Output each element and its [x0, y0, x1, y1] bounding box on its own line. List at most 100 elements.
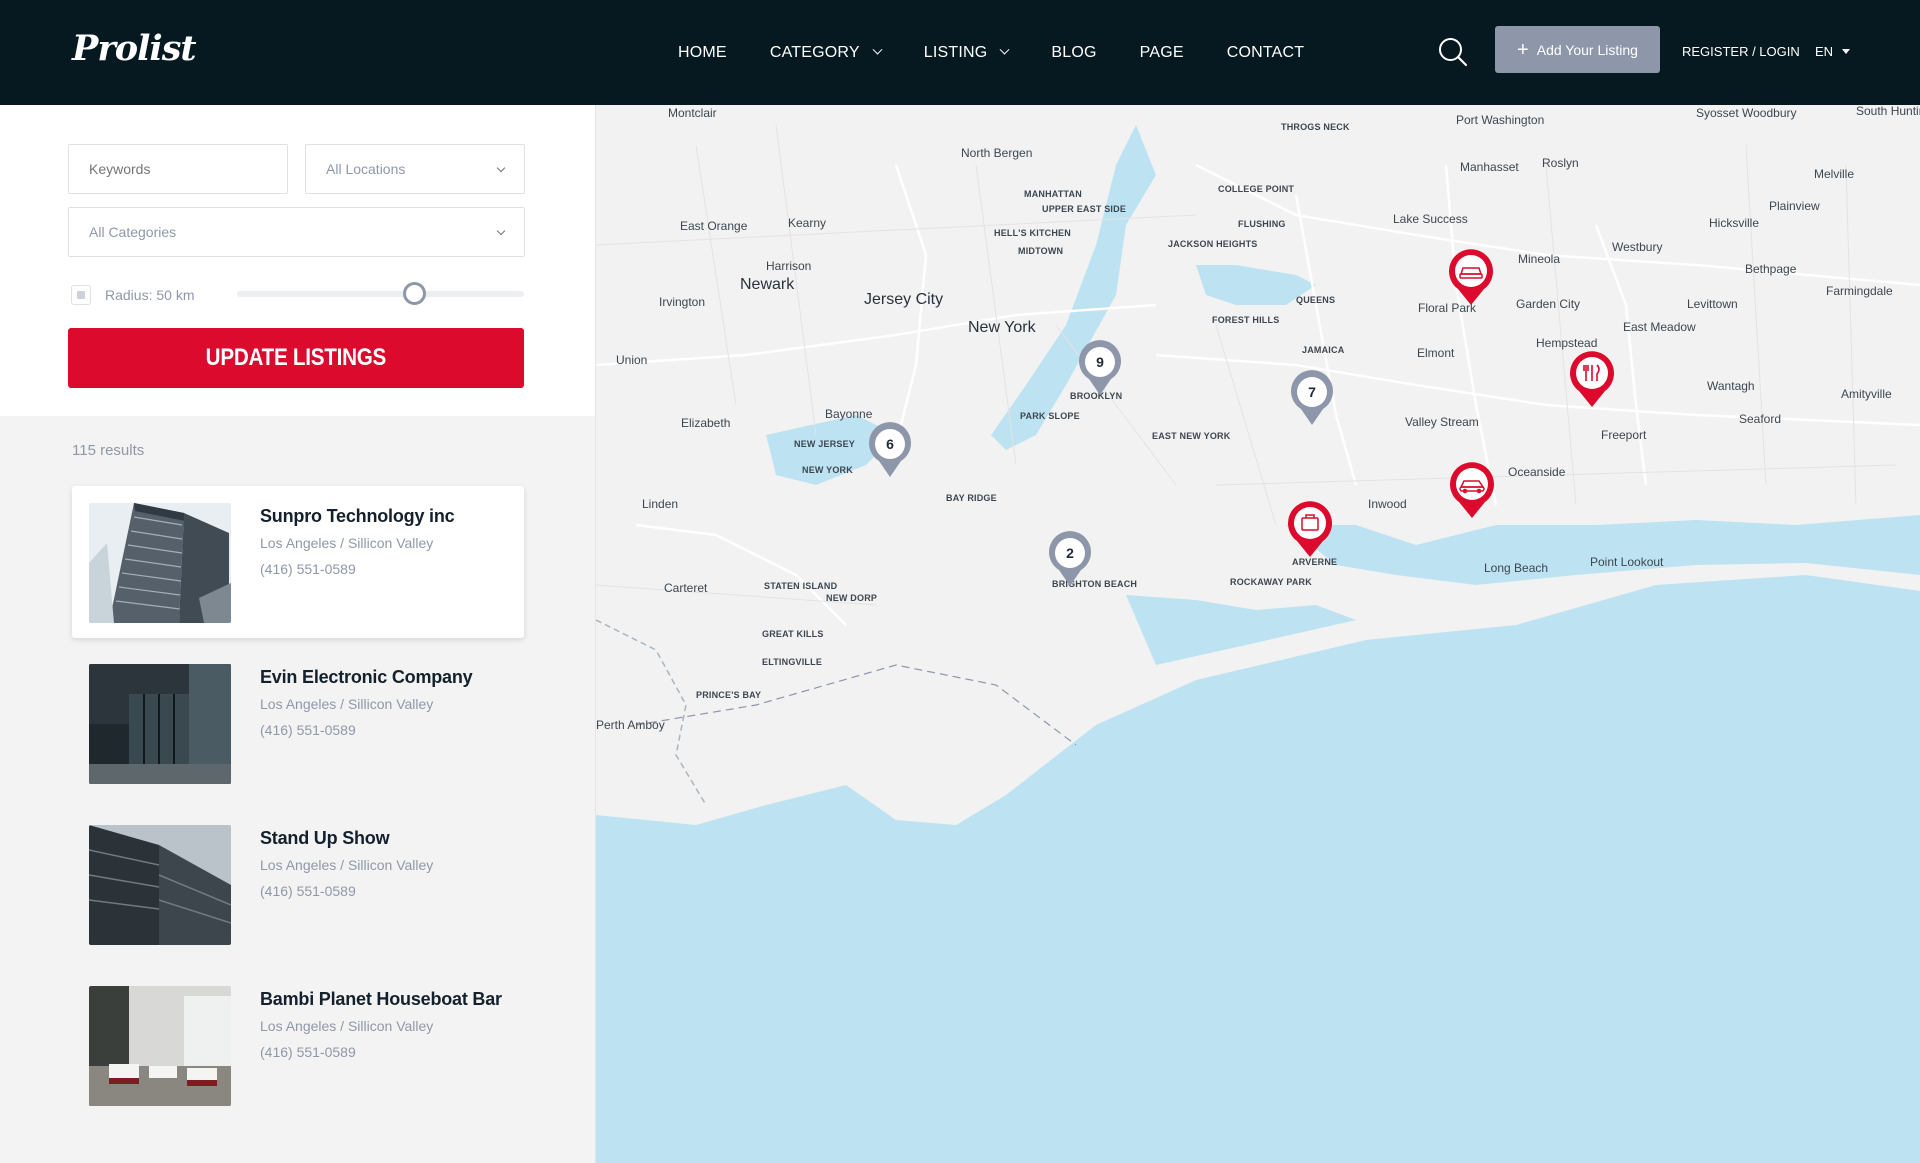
search-icon[interactable] — [1438, 37, 1468, 67]
listing-card[interactable]: Evin Electronic Company Los Angeles / Si… — [72, 647, 524, 799]
map-label: Syosset Woodbury — [1696, 106, 1797, 120]
map-label: Levittown — [1687, 297, 1738, 311]
map-label: Roslyn — [1542, 156, 1579, 170]
map-listing-pin[interactable] — [1447, 460, 1497, 520]
cluster-count: 7 — [1308, 384, 1316, 400]
add-listing-label: Add Your Listing — [1536, 41, 1638, 58]
map-label: PRINCE'S BAY — [696, 690, 762, 700]
map-label: Port Washington — [1456, 113, 1545, 127]
map-label: Long Beach — [1484, 561, 1549, 575]
chevron-down-icon — [999, 44, 1010, 55]
nav-contact[interactable]: CONTACT — [1227, 44, 1305, 62]
language-selector[interactable]: EN — [1815, 44, 1851, 59]
map-label: NEW DORP — [826, 593, 878, 603]
update-listings-button[interactable]: UPDATE LISTINGS — [68, 328, 524, 388]
map-label: Farmingdale — [1826, 284, 1893, 298]
category-select-value: All Categories — [89, 224, 177, 240]
radius-slider-track[interactable] — [237, 291, 524, 297]
nav-listing-label: LISTING — [923, 43, 988, 61]
map-cluster-marker[interactable]: 6 — [867, 421, 913, 479]
listing-title[interactable]: Sunpro Technology inc — [260, 506, 455, 527]
listing-location: Los Angeles / Sillicon Valley — [260, 1018, 434, 1034]
map-label: Linden — [642, 497, 679, 511]
listing-thumbnail[interactable] — [89, 664, 231, 784]
map-label: Jersey City — [864, 291, 944, 308]
nav-home-label: HOME — [678, 43, 727, 61]
nav-page-label: PAGE — [1139, 43, 1184, 61]
map-label: Seaford — [1739, 412, 1782, 426]
site-logo[interactable]: Prolist — [72, 28, 197, 69]
listing-card[interactable]: Sunpro Technology inc Los Angeles / Sill… — [72, 486, 524, 638]
cluster-count: 2 — [1066, 545, 1074, 561]
listing-thumbnail[interactable] — [89, 986, 231, 1106]
map-label: JACKSON HEIGHTS — [1168, 239, 1258, 249]
listing-card[interactable]: Stand Up Show Los Angeles / Sillicon Val… — [72, 808, 524, 960]
map-label: North Bergen — [961, 146, 1033, 160]
map-label: Manhasset — [1460, 160, 1519, 174]
map-label: GREAT KILLS — [762, 629, 824, 639]
map-label: Carteret — [664, 581, 708, 595]
map-label: Harrison — [766, 259, 812, 273]
register-login-link[interactable]: REGISTER / LOGIN — [1682, 44, 1800, 59]
listing-location: Los Angeles / Sillicon Valley — [260, 696, 434, 712]
map-label: MIDTOWN — [1018, 246, 1064, 256]
map-label: STATEN ISLAND — [764, 581, 838, 591]
nav-home[interactable]: HOME — [678, 44, 727, 62]
listing-thumbnail[interactable] — [89, 503, 231, 623]
listing-phone: (416) 551-0589 — [260, 561, 356, 577]
map-label: BAY RIDGE — [946, 493, 997, 503]
listing-sidebar: All Locations All Categories Radius: 50 … — [0, 105, 596, 1163]
map-label: Newark — [740, 276, 795, 293]
listing-title[interactable]: Stand Up Show — [260, 828, 390, 849]
map-label: Mineola — [1518, 252, 1561, 266]
map-label: FLUSHING — [1238, 219, 1286, 229]
map-label: Lake Success — [1393, 212, 1468, 226]
map-label: ROCKAWAY PARK — [1230, 577, 1312, 587]
nav-page[interactable]: PAGE — [1140, 44, 1184, 62]
map-label: MANHATTAN — [1024, 189, 1082, 199]
map-listing-pin[interactable] — [1567, 349, 1617, 409]
main-nav: HOME CATEGORY LISTING BLOG PAGE CONTACT — [678, 0, 1347, 105]
listing-card[interactable]: Bambi Planet Houseboat Bar Los Angeles /… — [72, 969, 524, 1121]
map-label: East Meadow — [1623, 320, 1696, 334]
map-label: FOREST HILLS — [1212, 315, 1280, 325]
nav-listing[interactable]: LISTING — [923, 43, 1010, 62]
map-label: COLLEGE POINT — [1218, 184, 1295, 194]
cluster-count: 6 — [886, 436, 894, 452]
map-label: Plainview — [1769, 199, 1820, 213]
map-label: HELL'S KITCHEN — [994, 228, 1071, 238]
radius-checkbox[interactable] — [71, 285, 91, 305]
listing-title[interactable]: Evin Electronic Company — [260, 667, 473, 688]
map-label: Elmont — [1417, 346, 1455, 360]
map-label: NEW YORK — [802, 465, 853, 475]
add-listing-button[interactable]: + Add Your Listing — [1495, 26, 1660, 73]
caret-down-icon — [1842, 49, 1851, 54]
map-label: Valley Stream — [1405, 415, 1479, 429]
map-label: QUEENS — [1296, 295, 1336, 305]
map-label: UPPER EAST SIDE — [1042, 204, 1127, 214]
nav-category[interactable]: CATEGORY — [770, 44, 883, 62]
category-select[interactable]: All Categories — [68, 207, 525, 257]
map-cluster-marker[interactable]: 7 — [1289, 369, 1335, 427]
listings-map[interactable]: Montclair North Bergen MANHATTAN UPPER E… — [596, 105, 1920, 1163]
listing-title[interactable]: Bambi Planet Houseboat Bar — [260, 989, 502, 1010]
map-label: PARK SLOPE — [1020, 411, 1080, 421]
map-label: Hempstead — [1536, 336, 1598, 350]
cluster-count: 9 — [1096, 354, 1104, 370]
map-cluster-marker[interactable]: 9 — [1077, 339, 1123, 397]
search-filters: All Locations All Categories Radius: 50 … — [0, 105, 595, 416]
radius-slider-handle[interactable] — [403, 282, 427, 305]
location-select[interactable]: All Locations — [305, 144, 525, 194]
map-label: Perth Amboy — [596, 718, 665, 732]
map-label: Inwood — [1368, 497, 1407, 511]
map-label: Garden City — [1516, 297, 1581, 311]
keywords-input[interactable] — [68, 144, 288, 194]
map-label: New York — [968, 319, 1036, 336]
map-listing-pin[interactable] — [1446, 247, 1496, 307]
location-select-value: All Locations — [326, 161, 406, 177]
map-label: Amityville — [1841, 387, 1892, 401]
nav-blog[interactable]: BLOG — [1051, 44, 1096, 62]
listing-thumbnail[interactable] — [89, 825, 231, 945]
map-listing-pin[interactable] — [1285, 499, 1335, 559]
map-cluster-marker[interactable]: 2 — [1047, 530, 1093, 588]
